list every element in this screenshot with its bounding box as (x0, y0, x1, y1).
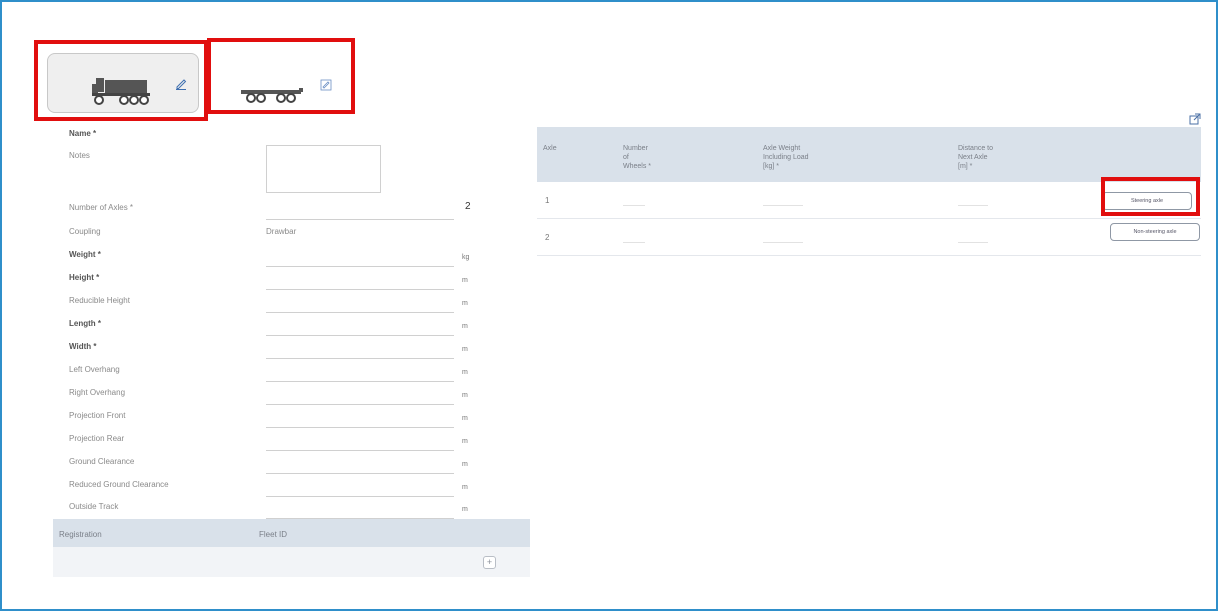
highlight-steering-button (1101, 177, 1200, 216)
form-input[interactable] (266, 340, 454, 359)
input-value: 2 (465, 201, 471, 212)
form-row: Reducible Height m (69, 294, 479, 316)
table-row: 2 Non-steering axle (537, 219, 1201, 256)
form-label: Left Overhang (69, 365, 120, 374)
unit-label: m (462, 323, 468, 330)
external-link-icon[interactable] (1189, 113, 1201, 125)
form-row: Number of Axles * 2 (69, 201, 479, 223)
column-header-axle-weight: Axle Weight Including Load [kg] * (763, 145, 809, 170)
form-label: Reducible Height (69, 296, 130, 305)
form-input[interactable] (266, 294, 454, 313)
form-input[interactable] (266, 271, 454, 290)
form-label: Right Overhang (69, 388, 126, 397)
unit-label: m (462, 438, 468, 445)
table-row: + (53, 547, 530, 577)
registration-table: Registration Fleet ID + (53, 519, 530, 577)
column-header-fleet-id: Fleet ID (259, 530, 288, 539)
form-input[interactable] (266, 386, 454, 405)
name-label: Name * (69, 129, 97, 138)
form-row: Width * m (69, 340, 479, 362)
form-row: Weight * kg (69, 248, 479, 270)
form-input[interactable]: 2 (266, 201, 471, 220)
form-label: Ground Clearance (69, 457, 135, 466)
form-input[interactable] (266, 363, 454, 382)
column-header-wheels: Number of Wheels * (623, 145, 652, 170)
form-label: Width * (69, 342, 97, 351)
distance-input[interactable] (958, 242, 988, 243)
form-label: Projection Rear (69, 434, 125, 443)
unit-label: m (462, 484, 468, 491)
form-row: Coupling Drawbar (69, 225, 479, 247)
axle-weight-input[interactable] (763, 242, 803, 243)
notes-label: Notes (69, 151, 90, 160)
axle-number: 1 (545, 196, 550, 205)
form-input[interactable] (266, 455, 454, 474)
column-header-registration: Registration (59, 530, 102, 539)
coupling-value: Drawbar (266, 227, 297, 236)
distance-input[interactable] (958, 205, 988, 206)
form-row: Projection Rear m (69, 432, 479, 454)
axle-weight-input[interactable] (763, 205, 803, 206)
form-row: Left Overhang m (69, 363, 479, 385)
axle-number: 2 (545, 233, 550, 242)
form-row: Length * m (69, 317, 479, 339)
form-label: Length * (69, 319, 101, 328)
add-registration-button[interactable]: + (483, 556, 496, 569)
axle-table-header: Axle Number of Wheels * Axle Weight Incl… (537, 127, 1201, 182)
form-label: Weight * (69, 250, 101, 259)
notes-textarea[interactable] (266, 145, 381, 193)
highlight-truck-tab (34, 40, 208, 121)
column-header-axle: Axle (543, 145, 557, 152)
form-input[interactable] (266, 317, 454, 336)
non-steering-axle-button[interactable]: Non-steering axle (1110, 223, 1200, 241)
unit-label: kg (462, 254, 470, 261)
unit-label: m (462, 415, 468, 422)
form-row: Right Overhang m (69, 386, 479, 408)
form-label: Height * (69, 273, 100, 282)
form-label: Outside Track (69, 502, 119, 511)
unit-label: m (462, 346, 468, 353)
unit-label: m (462, 277, 468, 284)
form-input[interactable] (266, 248, 454, 267)
form-input[interactable] (266, 500, 454, 519)
unit-label: m (462, 506, 468, 513)
form-row: Ground Clearance m (69, 455, 479, 477)
unit-label: m (462, 300, 468, 307)
form-input[interactable] (266, 432, 454, 451)
unit-label: m (462, 392, 468, 399)
form-row: Height * m (69, 271, 479, 293)
registration-table-header: Registration Fleet ID (53, 519, 530, 547)
highlight-trailer-tab (207, 38, 355, 114)
form-label: Number of Axles * (69, 203, 134, 212)
unit-label: m (462, 461, 468, 468)
column-header-distance: Distance to Next Axle [m] * (958, 145, 994, 170)
form-label: Coupling (69, 227, 101, 236)
unit-label: m (462, 369, 468, 376)
form-row: Reduced Ground Clearance m (69, 478, 479, 500)
wheels-input[interactable] (623, 242, 645, 243)
form-label: Projection Front (69, 411, 126, 420)
form-input[interactable] (266, 409, 454, 428)
form-input[interactable] (266, 478, 454, 497)
form-row: Projection Front m (69, 409, 479, 431)
form-label: Reduced Ground Clearance (69, 480, 169, 489)
wheels-input[interactable] (623, 205, 645, 206)
